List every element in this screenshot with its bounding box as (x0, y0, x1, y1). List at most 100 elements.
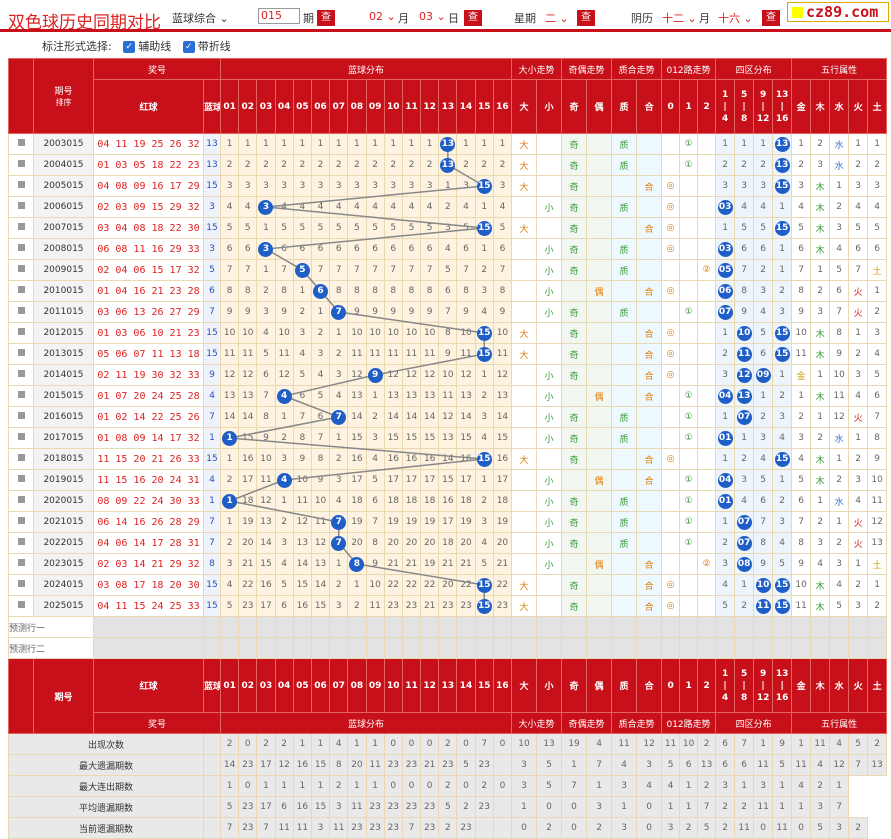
mode-select[interactable]: 蓝球综合 ⌄ (172, 10, 229, 26)
stats-value: 1 (611, 796, 638, 818)
dx-cell: 大 (511, 343, 538, 365)
row-marker-icon (17, 223, 25, 230)
col-jo_cells: 偶 (586, 79, 613, 134)
prediction-cell (791, 616, 812, 638)
stats-value: 23 (401, 796, 422, 818)
sq-cell: 2 (734, 448, 755, 470)
lunar-day-select[interactable]: 十六 ⌄ (718, 10, 753, 26)
lunar-month-select[interactable]: 十二 ⌄ (662, 10, 697, 26)
table-row[interactable]: 2024015 03 08 17 18 20 30 15 4 22 16 5 15 14 2 1 10… (8, 574, 888, 596)
red-balls-cell: 06 14 16 26 28 29 (93, 511, 204, 533)
miss-count: 21 (460, 559, 472, 569)
table-row[interactable]: 2009015 02 04 06 15 17 32 5 7 7 1 7 5 7 7 7 7 7 7 7 5 7 2… (8, 259, 888, 281)
lu-cell (697, 322, 717, 344)
miss-count: 14 (496, 412, 509, 422)
table-row[interactable]: 2003015 04 11 19 25 26 32 13 1 1 1 1 1 1 1 1 1 1 1 1 13… (8, 133, 888, 155)
blue-dist-cell: 7 (292, 406, 312, 428)
table-row[interactable]: 2012015 01 03 06 10 21 23 15 10 10 4 10 3 2 1 10 10… (8, 322, 888, 344)
row-marker (8, 301, 34, 323)
query-button-issue[interactable]: 查 (317, 10, 335, 26)
miss-count: 1 (317, 307, 324, 317)
row-marker (8, 154, 34, 176)
sq-cell: 11 (753, 595, 774, 617)
table-row[interactable]: 2017015 01 08 09 14 17 32 1 1 15 9 2 8 7 1 15 3 15 15… (8, 427, 888, 449)
query-button-weekday[interactable]: 查 (577, 10, 595, 26)
query-button-lunar[interactable]: 查 (762, 10, 780, 26)
wx-cell: 4 (848, 385, 869, 407)
day-select[interactable]: 03 ⌄ (419, 10, 446, 23)
table-row[interactable]: 2011015 03 06 13 26 27 29 7 9 9 3 9 2 1 7 9 9 9 9 9 7 9 4… (8, 301, 888, 323)
quadrant-miss: 4 (760, 202, 766, 212)
wx-cell: 1 (829, 448, 850, 470)
blue-dist-cell: 11 (220, 343, 240, 365)
miss-count: 8 (244, 286, 251, 296)
miss-count: 13 (314, 559, 327, 569)
table-row[interactable]: 2019015 11 15 16 20 24 31 4 2 17 11 4 10 9 3 17 5 17… (8, 469, 888, 491)
table-row[interactable]: 2023015 02 03 14 21 29 32 8 3 21 15 4 14 13 1 8 9 21… (8, 553, 888, 575)
blue-dist-cell: 3 (292, 322, 312, 344)
month-label: 月 (398, 12, 409, 25)
stats-value: 7 (848, 754, 869, 776)
stats-value: 17 (256, 754, 276, 776)
checkbox-aux-line[interactable]: ✓ (123, 41, 136, 53)
stats-value: 5 (536, 775, 563, 797)
blue-dist-cell: 3 (238, 175, 258, 197)
table-row[interactable]: 2021015 06 14 16 26 28 29 7 1 19 13 2 12 11 7 19 7 1… (8, 511, 888, 533)
table-row[interactable]: 2005015 04 08 09 16 17 29 15 3 3 3 3 3 3 3 3 3 3 3 3 1 3… (8, 175, 888, 197)
prediction-row[interactable]: 预测行一 (8, 616, 888, 638)
wx-cell: 火 (848, 280, 869, 302)
site-logo[interactable]: cz89.com (787, 2, 889, 22)
miss-count: 18 (387, 496, 400, 506)
dx-cell: 大 (511, 154, 538, 176)
table-row[interactable]: 2013015 05 06 07 11 13 18 15 11 11 5 11 4 3 2 11 11… (8, 343, 888, 365)
wx-cell: 火 (848, 511, 869, 533)
miss-count: 6 (354, 244, 360, 254)
miss-count: 7 (463, 265, 469, 275)
sq-label: 12 (756, 692, 770, 703)
sq-label: 13 (775, 668, 789, 679)
table-row[interactable]: 2020015 08 09 22 24 30 33 1 1 18 12 1 11 10 4 18 6 1… (8, 490, 888, 512)
table-row[interactable]: 2016015 01 02 14 22 25 26 7 14 14 8 1 7 6 7 14 2 14 1… (8, 406, 888, 428)
table-row[interactable]: 2025015 04 11 15 24 25 33 15 5 23 17 6 16 15 3 2 11… (8, 595, 888, 617)
col-sq: 9 | 12 (753, 79, 774, 134)
weekday-select[interactable]: 二 ⌄ (545, 10, 569, 26)
table-row[interactable]: 2008015 06 08 11 16 29 33 3 6 6 3 6 6 6 6 6 6 6 6 6 4 6 1… (8, 238, 888, 260)
blue-dist-cell: 6 (365, 490, 385, 512)
miss-count: 12 (242, 370, 254, 380)
quadrant-marker: 15 (774, 220, 790, 236)
prediction-row[interactable]: 预测行二 (8, 637, 888, 659)
issue-header-label: 期号 (54, 87, 73, 97)
query-button-date[interactable]: 查 (464, 10, 482, 26)
footer-prize: 奖号 (92, 712, 222, 734)
col-num-bottom: 07 (329, 658, 349, 713)
sq-cell: 13 (772, 154, 793, 176)
table-row[interactable]: 2007015 03 04 08 18 22 30 15 5 5 1 5 5 5 5 5 5 5 5 5 3 5… (8, 217, 888, 239)
blue-dist-cell: 1 (256, 133, 276, 155)
checkbox-polyline[interactable]: ✓ (182, 41, 195, 53)
col-num-bottom: 11 (401, 658, 422, 713)
table-row[interactable]: 2018015 11 15 20 21 26 33 15 1 16 10 3 9 8 2 16 4 16… (8, 448, 888, 470)
header-side (8, 58, 34, 134)
month-select[interactable]: 02 ⌄ (369, 10, 396, 23)
sort-button[interactable]: 排序 (35, 97, 93, 108)
wx-cell: 9 (791, 553, 812, 575)
table-row[interactable]: 2004015 01 03 05 18 22 23 13 2 2 2 2 2 2 2 2 2 2 2 2 13… (8, 154, 888, 176)
blue-ball-marker: 15 (476, 178, 492, 194)
row-marker-icon (17, 475, 25, 482)
blue-dist-cell: 2 (329, 574, 349, 596)
lu-cell: ◎ (661, 343, 681, 365)
table-row[interactable]: 2014015 02 11 19 30 32 33 9 12 12 6 12 5 4 3 12 9 12… (8, 364, 888, 386)
issue-cell: 2012015 (33, 322, 94, 344)
issue-input[interactable]: 015 (258, 8, 300, 24)
table-row[interactable]: 2022015 04 06 14 17 28 31 7 2 20 14 3 13 12 7 20 8 2… (8, 532, 888, 554)
blue-ball-cell: 5 (202, 259, 222, 281)
blue-dist-cell: 3 (220, 553, 240, 575)
table-row[interactable]: 2015015 01 07 20 24 25 28 4 13 13 7 4 6 5 4 13 1 13 1… (8, 385, 888, 407)
miss-count: 3 (354, 181, 360, 191)
wx-cell: 11 (867, 490, 888, 512)
blue-dist-cell: 11 (256, 469, 276, 491)
table-row[interactable]: 2010015 01 04 16 21 23 28 6 8 8 2 8 1 6 8 8 8 8 8 8 6 8 3… (8, 280, 888, 302)
prediction-cell (561, 637, 588, 659)
jo-cell: 奇 (561, 301, 588, 323)
table-row[interactable]: 2006015 02 03 09 15 29 32 3 4 4 3 4 4 4 4 4 4 4 4 4 2 4 1… (8, 196, 888, 218)
